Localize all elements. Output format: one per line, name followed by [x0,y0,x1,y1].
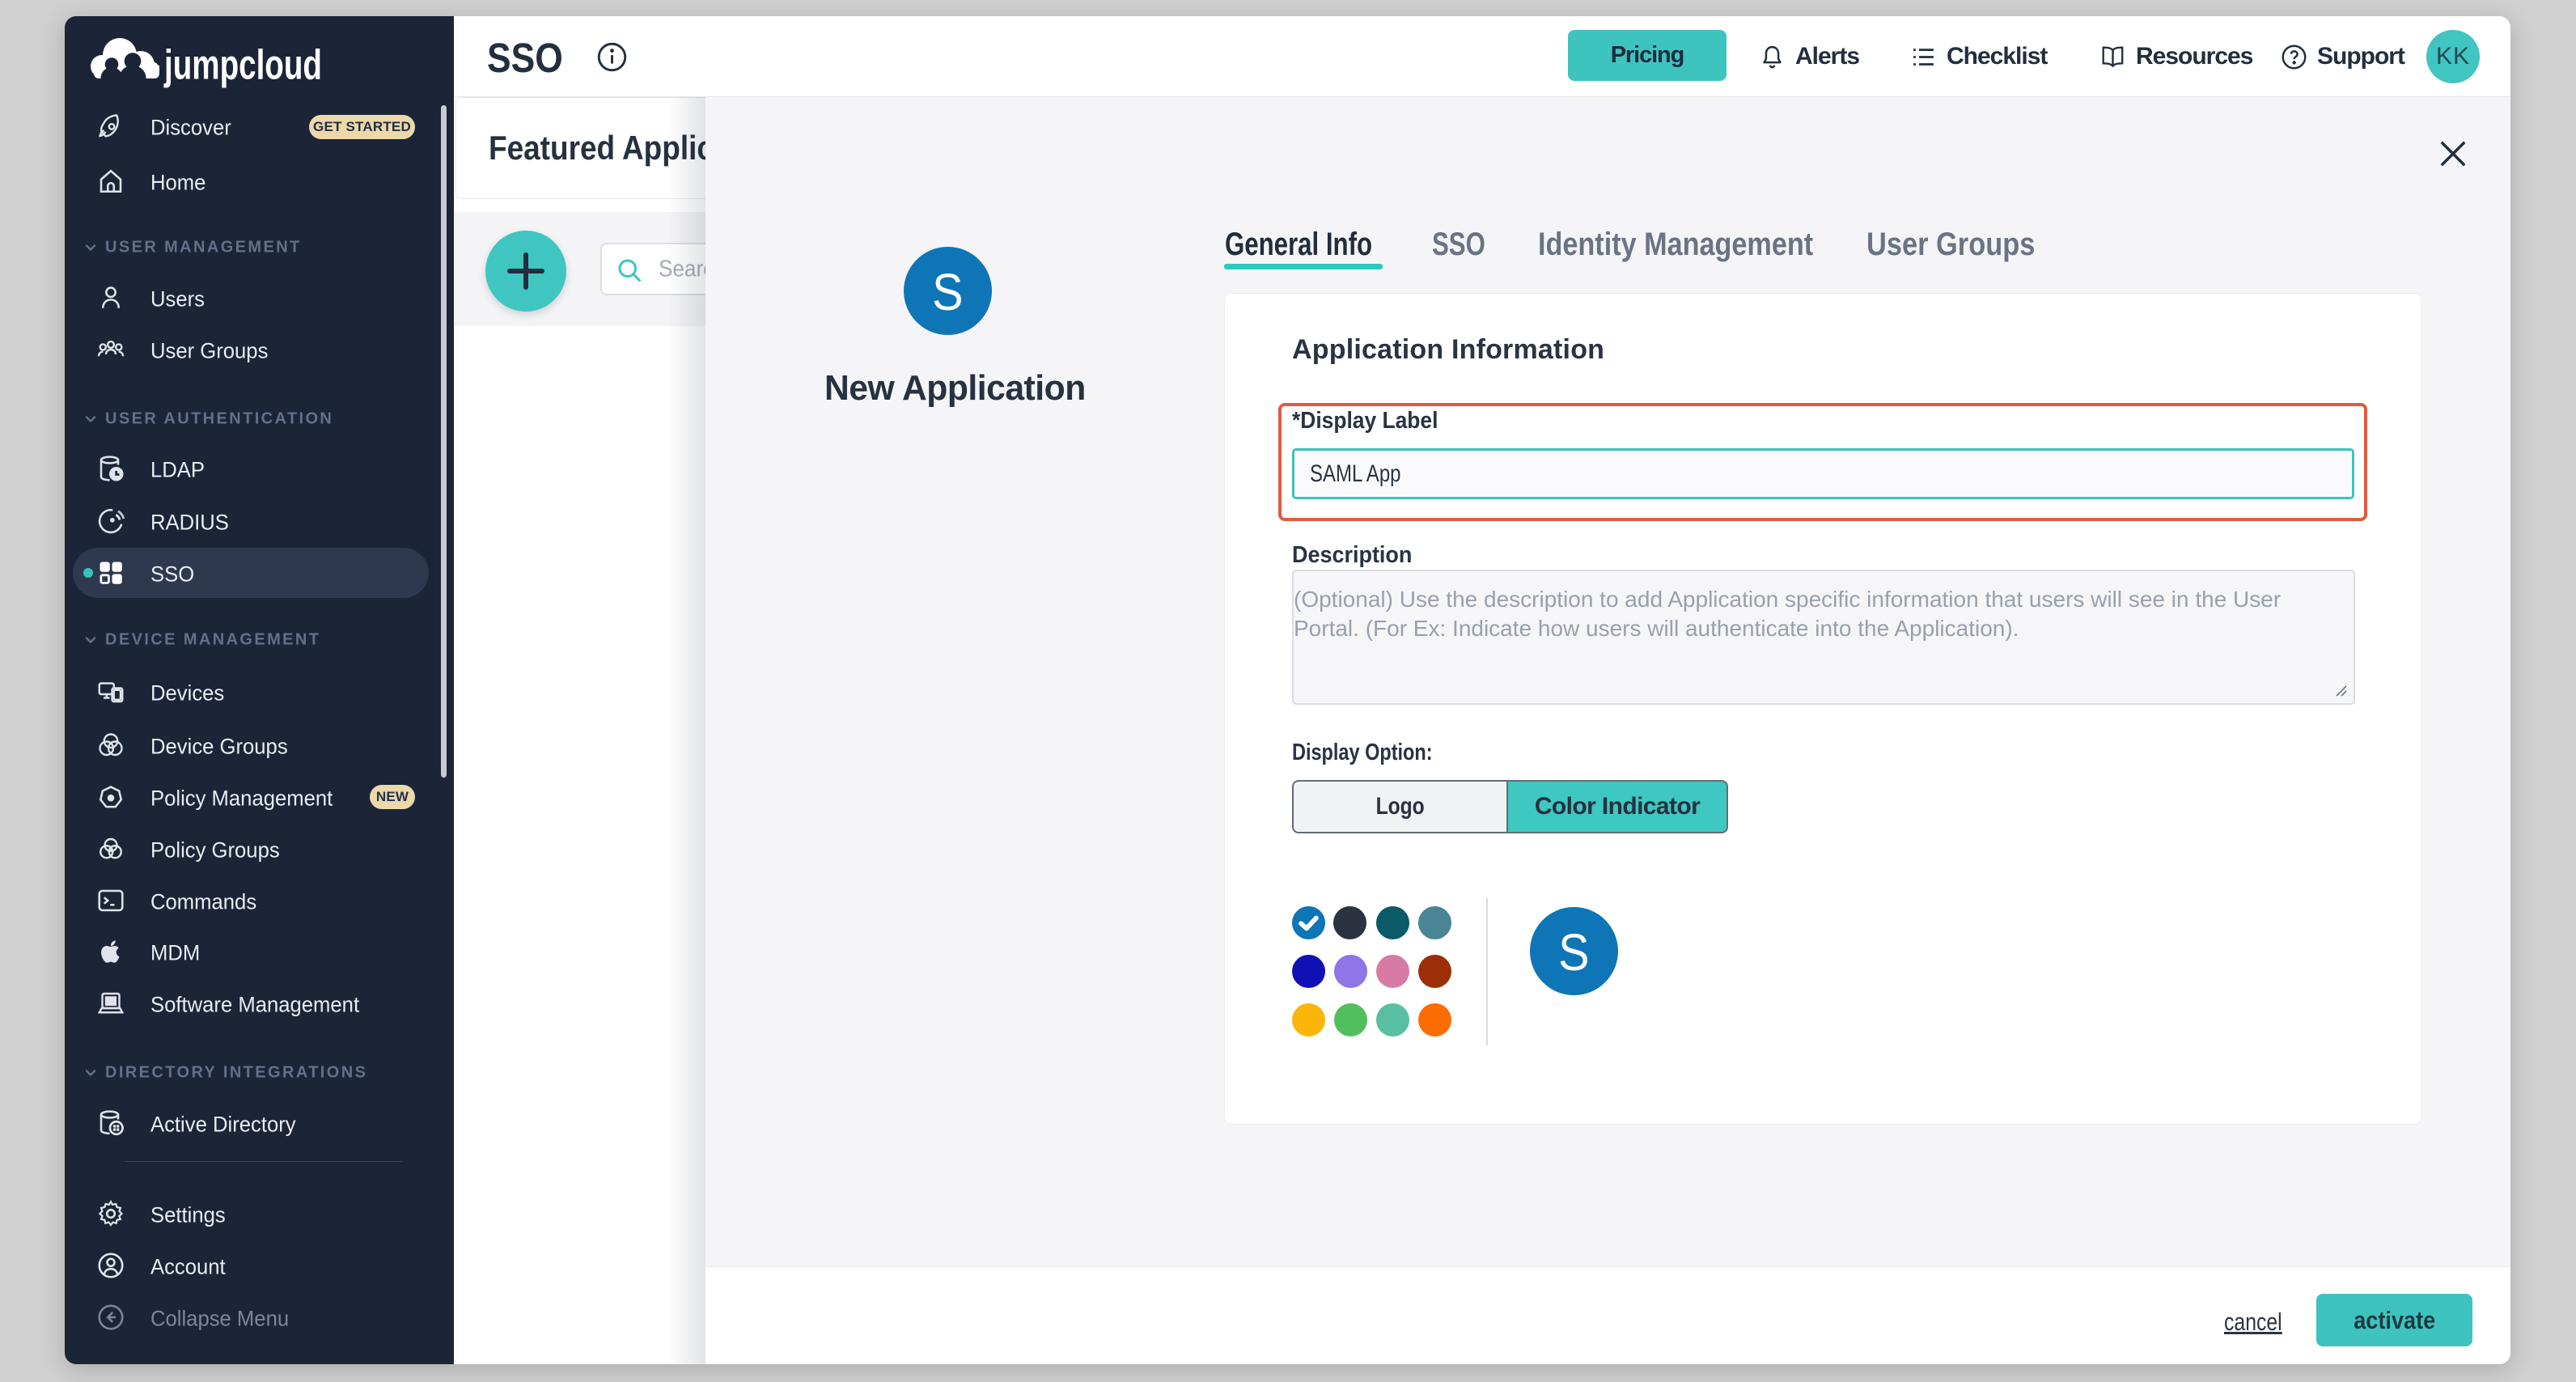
svg-text:jumpcloud: jumpcloud [163,42,322,89]
